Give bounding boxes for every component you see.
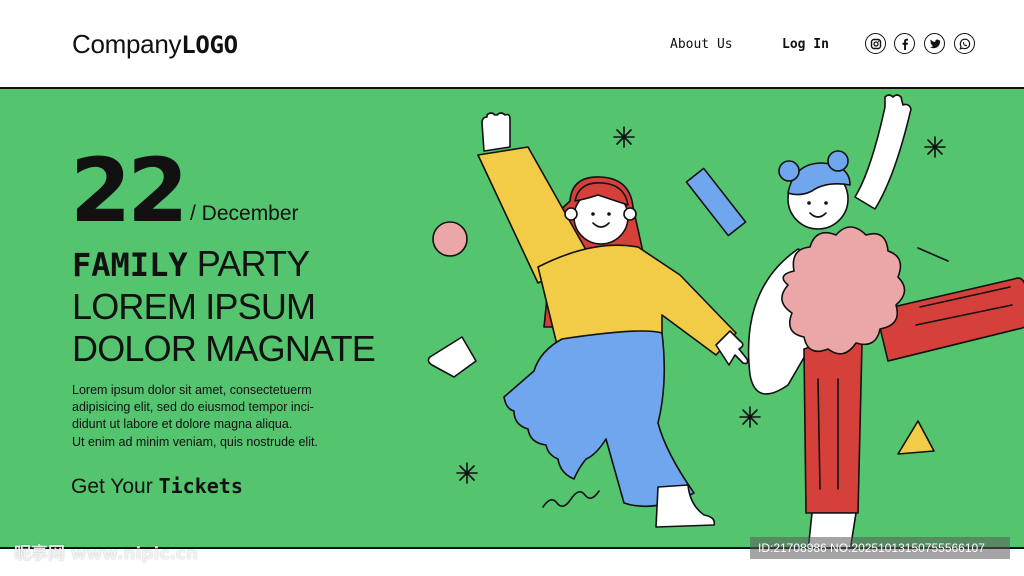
description-line: Ut enim ad minim veniam, quis nostrude e… bbox=[72, 434, 318, 449]
whatsapp-icon[interactable] bbox=[954, 33, 975, 54]
event-headline: FAMILY PARTY LOREM IPSUM DOLOR MAGNATE bbox=[72, 243, 376, 370]
event-description: Lorem ipsum dolor sit amet, consectetuer… bbox=[72, 382, 332, 451]
logo-text-bold: LOGO bbox=[181, 31, 238, 59]
company-logo[interactable]: CompanyLOGO bbox=[72, 29, 238, 60]
hero-section: 22 / December FAMILY PARTY LOREM IPSUM D… bbox=[0, 89, 1024, 549]
image-id-watermark: ID:21708986 NO:20251013150755566107 bbox=[750, 537, 1010, 559]
description-line: adipisicing elit, sed do eiusmod tempor … bbox=[72, 400, 314, 415]
cta-text-strong: Tickets bbox=[158, 474, 243, 498]
blue-bar-decoration bbox=[685, 167, 747, 237]
instagram-icon[interactable] bbox=[865, 33, 886, 54]
headline-strong-word: FAMILY bbox=[72, 246, 188, 284]
nav-log-in[interactable]: Log In bbox=[782, 37, 829, 52]
facebook-icon[interactable] bbox=[894, 33, 915, 54]
twitter-icon[interactable] bbox=[924, 33, 945, 54]
person-two bbox=[747, 94, 1024, 547]
squiggle-decoration bbox=[542, 490, 600, 508]
pink-circle-decoration bbox=[432, 221, 468, 257]
description-line: didunt ut labore et dolore magna aliqua. bbox=[72, 417, 293, 432]
event-day: 22 bbox=[70, 139, 188, 242]
yellow-triangle-decoration bbox=[897, 420, 935, 455]
site-header: CompanyLOGO About Us Log In bbox=[0, 0, 1024, 89]
event-month: / December bbox=[190, 202, 299, 225]
nav-about-us[interactable]: About Us bbox=[670, 37, 733, 52]
nipic-watermark: 昵享网 www.nipic.cn bbox=[14, 544, 199, 564]
description-line: Lorem ipsum dolor sit amet, consectetuer… bbox=[72, 383, 312, 397]
headline-line1-rest: PARTY bbox=[187, 243, 311, 284]
cta-text-light: Get Your bbox=[71, 475, 159, 498]
get-tickets-link[interactable]: Get Your Tickets bbox=[71, 474, 243, 499]
headline-line3: DOLOR MAGNATE bbox=[72, 328, 376, 369]
headline-line2: LOREM IPSUM bbox=[72, 286, 316, 327]
logo-text-light: Company bbox=[72, 29, 182, 59]
dancing-people-illustration bbox=[427, 94, 1024, 547]
